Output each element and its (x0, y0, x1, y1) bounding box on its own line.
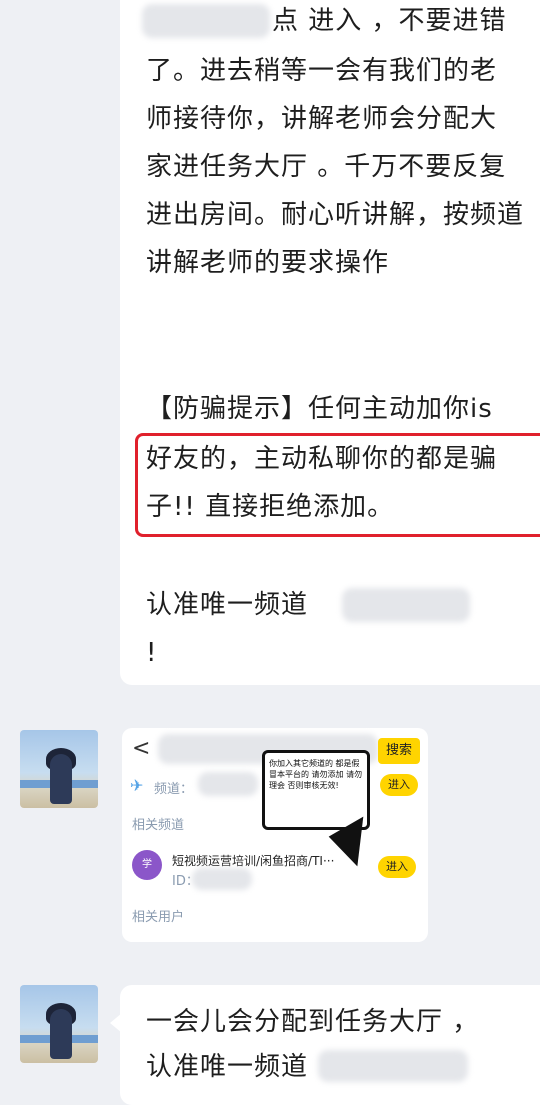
channel-label: 频道： (154, 782, 194, 797)
avatar-figure (50, 754, 72, 804)
related-channels-label: 相关频道 (132, 818, 185, 833)
message-line: 点 进入 ，不要进错 (272, 6, 507, 36)
plane-icon: ✈ (130, 776, 144, 795)
message-line: ! (146, 638, 158, 668)
message-line: 一会儿会分配到任务大厅 ， (146, 1007, 480, 1037)
search-button: 搜索 (378, 738, 420, 764)
enter-button: 进入 (378, 856, 416, 878)
message-line: 认准唯一频道 (146, 590, 309, 620)
avatar-figure (50, 1009, 72, 1059)
redacted-item-id (192, 868, 252, 890)
message-bubble-2 (120, 985, 540, 1105)
message-line: 进出房间。耐心听讲解，按频道 (146, 200, 525, 230)
message-line: 认准唯一频道 (146, 1052, 309, 1082)
message-line: 讲解老师的要求操作 (146, 248, 390, 278)
related-users-label: 相关用户 (132, 910, 185, 925)
warning-title-line: 【防骗提示】任何主动加你is (146, 394, 493, 424)
back-arrow-icon: < (132, 736, 151, 761)
enter-button: 进入 (380, 774, 418, 796)
redacted-channel-id (198, 772, 258, 796)
sender-avatar[interactable] (20, 985, 98, 1063)
redacted-channel (342, 588, 470, 622)
sender-avatar[interactable] (20, 730, 98, 808)
channel-avatar: 学 (132, 850, 162, 880)
warning-callout: 你加入其它频道的 都是假冒本平台的 请勿添加 请勿理会 否则审核无效! (262, 750, 370, 830)
redacted-text (142, 4, 270, 38)
channel-item-title: 短视频运营培训/闲鱼招商/TI··· (172, 854, 335, 868)
message-line: 了。进去稍等一会有我们的老 (146, 56, 498, 86)
message-line: 师接待你，讲解老师会分配大 (146, 104, 498, 134)
redacted-channel (318, 1050, 468, 1082)
warning-highlight-box (135, 433, 540, 537)
message-line: 家进任务大厅 。千万不要反复 (146, 152, 507, 182)
image-message[interactable]: < 搜索 ✈ 频道： 进入 相关频道 你加入其它频道的 都是假冒本平台的 请勿添… (122, 728, 428, 942)
